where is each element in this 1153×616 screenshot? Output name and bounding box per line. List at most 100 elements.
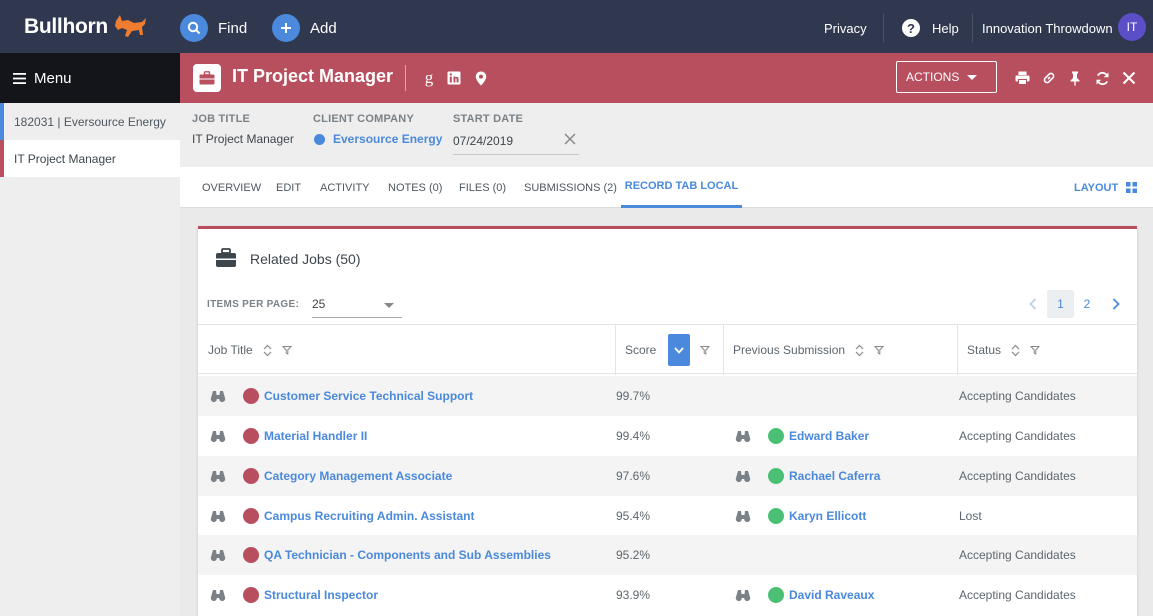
filter-icon[interactable] [1030,345,1041,355]
table-row[interactable]: Structural Inspector 93.9% David Raveaux… [198,575,1137,615]
binoculars-icon[interactable] [210,469,226,483]
map-pin-icon[interactable] [472,69,490,87]
menu-button[interactable]: Menu [0,53,180,103]
sort-icon[interactable] [263,344,272,357]
binoculars-icon[interactable] [735,509,751,523]
tab-notes[interactable]: NOTES (0) [388,167,442,208]
sort-descending-button[interactable] [668,334,691,366]
binoculars-icon[interactable] [735,429,751,443]
add-label: Add [310,19,337,37]
filter-icon[interactable] [281,345,292,355]
previous-submission-link[interactable]: Karyn Ellicott [789,496,866,536]
candidate-status-dot [768,468,784,484]
client-company-value: Eversource Energy [333,132,443,146]
status-value: Lost [959,509,982,523]
linkedin-icon[interactable] [445,69,463,87]
column-header-status: Status [967,325,1041,375]
column-divider [723,325,724,375]
avatar[interactable]: IT [1118,13,1146,41]
table-row[interactable]: Material Handler II 99.4% Edward Baker A… [198,416,1137,456]
score-value: 97.6% [616,469,651,483]
sidebar-item-job[interactable]: IT Project Manager [0,140,180,177]
binoculars-icon[interactable] [210,389,226,403]
table-row[interactable]: Category Management Associate 97.6% Rach… [198,456,1137,496]
binoculars-icon[interactable] [210,548,226,562]
grid-icon [1126,182,1138,193]
layout-button[interactable]: LAYOUT [1074,167,1138,208]
score-value: 95.2% [616,548,651,562]
page-1-button[interactable]: 1 [1047,290,1074,318]
sort-icon[interactable] [1011,344,1020,357]
actions-dropdown[interactable]: ACTIONS [896,61,997,93]
chevron-left-icon [1029,298,1037,310]
sidebar-item-company[interactable]: 182031 | Eversource Energy [0,103,180,140]
job-title-link[interactable]: QA Technician - Components and Sub Assem… [264,535,551,575]
items-per-page-select[interactable]: 25 [312,292,402,318]
filter-icon[interactable] [700,345,711,355]
column-header-score: Score [625,325,711,375]
client-company-link[interactable]: Eversource Energy [314,132,442,146]
status-value: Accepting Candidates [959,588,1076,602]
tab-activity[interactable]: ACTIVITY [320,167,370,208]
tab-files[interactable]: FILES (0) [459,167,506,208]
add-button[interactable]: Add [272,12,337,44]
status-value: Accepting Candidates [959,389,1076,403]
table-row[interactable]: Customer Service Technical Support 99.7%… [198,376,1137,416]
filter-icon[interactable] [874,345,885,355]
user-name[interactable]: Innovation Throwdown [982,13,1113,43]
chevron-down-icon [384,303,394,308]
binoculars-icon[interactable] [210,509,226,523]
table-row[interactable]: QA Technician - Components and Sub Assem… [198,535,1137,575]
status-value: Accepting Candidates [959,548,1076,562]
sort-icon[interactable] [855,344,864,357]
page-title: IT Project Manager [232,66,394,86]
previous-submission-link[interactable]: David Raveaux [789,575,874,615]
column-label: Previous Submission [733,343,846,357]
previous-submission-link[interactable]: Edward Baker [789,416,869,456]
find-button[interactable]: Find [180,12,247,44]
top-navigation-bar: Bullhorn Find Add Privacy ? Help Innovat… [0,0,1153,53]
binoculars-icon[interactable] [210,429,226,443]
tab-edit[interactable]: EDIT [276,167,301,208]
refresh-icon[interactable] [1093,69,1111,87]
next-page-button[interactable] [1107,290,1125,318]
job-status-dot [243,508,259,524]
clear-icon[interactable] [563,132,577,146]
pin-icon[interactable] [1066,69,1084,87]
job-title-link[interactable]: Campus Recruiting Admin. Assistant [264,496,474,536]
job-title-link[interactable]: Structural Inspector [264,575,378,615]
tab-record-tab-local[interactable]: RECORD TAB LOCAL [621,167,742,208]
binoculars-icon[interactable] [735,469,751,483]
actions-label: ACTIONS [906,70,960,84]
print-icon[interactable] [1013,69,1031,87]
start-date-field[interactable]: 07/24/2019 [453,130,579,155]
job-title-link[interactable]: Material Handler II [264,416,367,456]
column-label: Status [967,343,1002,357]
tab-submissions[interactable]: SUBMISSIONS (2) [524,167,617,208]
job-status-dot [243,587,259,603]
bullhorn-logo[interactable]: Bullhorn [24,10,150,44]
related-jobs-title: Related Jobs (50) [250,251,361,267]
page-2-button[interactable]: 2 [1077,290,1097,318]
record-header: IT Project Manager g ACTIONS [180,53,1153,103]
briefcase-icon [216,248,236,267]
privacy-link[interactable]: Privacy [824,13,867,43]
table-header: Job Title Score Previous Submission Stat… [198,324,1137,375]
help-label: Help [932,20,959,36]
previous-page-button[interactable] [1024,290,1042,318]
binoculars-icon[interactable] [735,588,751,602]
table-row[interactable]: Campus Recruiting Admin. Assistant 95.4%… [198,496,1137,536]
previous-submission-link[interactable]: Rachael Caferra [789,456,880,496]
start-date-label: START DATE [453,113,524,125]
job-title-link[interactable]: Customer Service Technical Support [264,376,473,416]
tab-overview[interactable]: OVERVIEW [202,167,261,208]
google-icon[interactable]: g [420,68,438,87]
binoculars-icon[interactable] [210,588,226,602]
related-jobs-card: Related Jobs (50) ITEMS PER PAGE: 25 1 2… [198,226,1137,616]
start-date-value: 07/24/2019 [453,134,514,148]
job-title-link[interactable]: Category Management Associate [264,456,452,496]
help-button[interactable]: ? Help [902,13,959,43]
link-icon[interactable] [1040,69,1058,87]
close-icon[interactable] [1120,69,1138,87]
items-per-page-value: 25 [312,297,326,311]
